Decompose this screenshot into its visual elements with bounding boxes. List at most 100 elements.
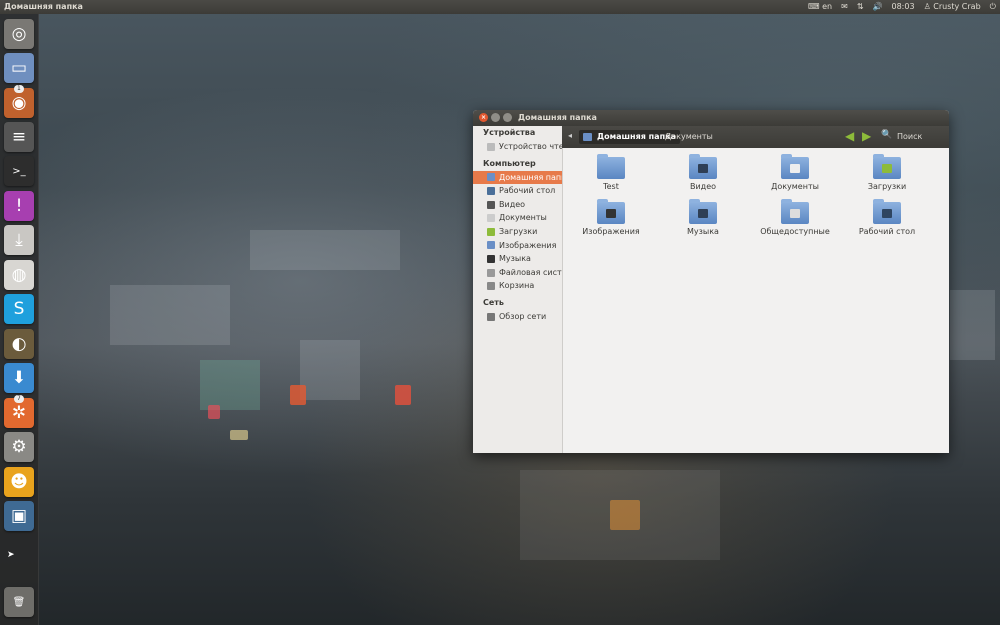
search-icon[interactable]: 🔍 bbox=[881, 130, 892, 140]
file-item[interactable]: Test bbox=[566, 154, 656, 191]
gimp-icon[interactable]: ◐ bbox=[4, 329, 34, 359]
sidebar-heading: Устройства bbox=[483, 128, 536, 137]
pictures-folder-icon bbox=[597, 199, 625, 224]
home-icon bbox=[487, 173, 495, 182]
sidebar-item[interactable]: Устройство чте... bbox=[473, 140, 562, 154]
sidebar-item[interactable]: Рабочий стол bbox=[473, 184, 562, 198]
public-folder-icon bbox=[781, 199, 809, 224]
user-icon: ♙ bbox=[923, 2, 931, 11]
downloads-folder-icon bbox=[873, 154, 901, 179]
network-icon bbox=[487, 312, 495, 321]
folder-icon bbox=[597, 154, 625, 179]
clock[interactable]: 08:03 bbox=[892, 0, 915, 14]
sidebar-item-label: Рабочий стол bbox=[499, 186, 556, 196]
mouse-cursor: ➤ bbox=[7, 550, 15, 560]
file-label: Видео bbox=[689, 182, 717, 191]
file-item[interactable]: Документы bbox=[750, 154, 840, 191]
file-manager-window: × Домашняя папка Устройства Устройство чт… bbox=[473, 110, 949, 453]
notifications-icon[interactable]: ! bbox=[4, 191, 34, 221]
video-folder-icon bbox=[689, 154, 717, 179]
download-icon[interactable]: ⬇ bbox=[4, 363, 34, 393]
file-item[interactable]: Рабочий стол bbox=[842, 199, 932, 236]
files-icon[interactable]: ▭ bbox=[4, 53, 34, 83]
sidebar-item[interactable]: Обзор сети bbox=[473, 310, 562, 324]
downloads-icon bbox=[487, 227, 495, 236]
sidebar-heading: Сеть bbox=[483, 297, 504, 307]
update-manager-icon[interactable]: ✲ 7 bbox=[4, 395, 34, 428]
sidebar-item[interactable]: Видео bbox=[473, 198, 562, 212]
close-button[interactable]: × bbox=[479, 113, 488, 122]
video-icon bbox=[487, 200, 495, 209]
file-item[interactable]: Общедоступные bbox=[750, 199, 840, 236]
home-icon bbox=[583, 133, 592, 141]
file-item[interactable]: Видео bbox=[658, 154, 748, 191]
sidebar-item[interactable]: Изображения bbox=[473, 239, 562, 253]
pictures-icon bbox=[487, 241, 495, 250]
maximize-button[interactable] bbox=[503, 113, 512, 122]
sidebar-item-label: Загрузки bbox=[499, 226, 538, 236]
power-icon[interactable]: ⏻ bbox=[990, 0, 996, 14]
top-panel: Домашняя папка ⌨ en ✉ ⇅ 🔊 08:03 ♙ Crusty… bbox=[0, 0, 1000, 14]
volume-icon[interactable]: 🔊 bbox=[873, 0, 883, 14]
file-item[interactable]: Музыка bbox=[658, 199, 748, 236]
file-label: Рабочий стол bbox=[858, 227, 916, 236]
file-view: Test Видео Документы Загрузки Изображения Муз… bbox=[563, 148, 949, 453]
sidebar-heading: Компьютер bbox=[483, 158, 536, 168]
sidebar-item-label: Домашняя папка bbox=[499, 172, 562, 182]
sidebar-item-label: Видео bbox=[499, 199, 526, 209]
window-titlebar[interactable]: × Домашняя папка bbox=[473, 110, 949, 126]
mail-icon[interactable]: ✉ bbox=[841, 0, 848, 14]
sidebar-item-label: Файловая сист... bbox=[499, 267, 562, 277]
text-editor-icon[interactable]: ≡ bbox=[4, 122, 34, 152]
location-toolbar: ◂ Домашняя папка Документы ◀ ▶ 🔍 Поиск bbox=[562, 126, 949, 148]
sidebar-item[interactable]: Файловая сист... bbox=[473, 266, 562, 280]
forward-arrow-icon[interactable]: ▶ bbox=[862, 129, 871, 143]
file-label: Test bbox=[603, 182, 619, 191]
launcher-badge: 1 bbox=[14, 85, 24, 93]
file-item[interactable]: Изображения bbox=[566, 199, 656, 236]
network-icon[interactable]: ⇅ bbox=[857, 0, 864, 14]
settings-icon[interactable]: ⚙ bbox=[4, 432, 34, 462]
filesystem-icon bbox=[487, 268, 495, 277]
file-label: Загрузки bbox=[867, 182, 907, 191]
search-button[interactable]: Поиск bbox=[897, 130, 922, 144]
sidebar-item[interactable]: Домашняя папка bbox=[473, 170, 562, 185]
breadcrumb-left-arrow-icon[interactable]: ◂ bbox=[568, 131, 572, 140]
music-icon bbox=[487, 254, 495, 263]
desktop-icon bbox=[487, 186, 495, 195]
sidebar-item[interactable]: Музыка bbox=[473, 252, 562, 266]
sidebar-item-label: Корзина bbox=[499, 281, 535, 291]
launcher: ◎ ▭ ◉ 1 ≡ >_! ⤓ ◍ S ◐ ⬇ ✲ 7 ⚙ ☻ ▣ 🗑 bbox=[0, 14, 39, 625]
minimize-button[interactable] bbox=[491, 113, 500, 122]
sidebar-item[interactable]: Корзина bbox=[473, 279, 562, 293]
desktop-folder-icon bbox=[873, 199, 901, 224]
user-menu[interactable]: ♙ Crusty Crab bbox=[924, 0, 981, 14]
sidebar-item-label: Устройство чте... bbox=[499, 142, 562, 151]
pidgin-icon[interactable]: ☻ bbox=[4, 467, 34, 497]
keyboard-icon[interactable]: ⌨ en bbox=[808, 0, 832, 14]
trash-icon[interactable]: 🗑 bbox=[4, 587, 34, 617]
trash-icon bbox=[487, 282, 495, 291]
file-label: Изображения bbox=[582, 227, 640, 236]
skype-icon[interactable]: S bbox=[4, 294, 34, 324]
file-item[interactable]: Загрузки bbox=[842, 154, 932, 191]
file-label: Общедоступные bbox=[760, 227, 830, 236]
documents-icon bbox=[487, 214, 495, 223]
terminal-icon[interactable]: >_ bbox=[4, 156, 34, 186]
dash-icon[interactable]: ◎ bbox=[4, 19, 34, 49]
speaker-icon[interactable]: ◍ bbox=[4, 260, 34, 290]
sidebar-item[interactable]: Документы bbox=[473, 211, 562, 225]
workspace-switcher-icon[interactable]: ▣ bbox=[4, 501, 34, 531]
music-folder-icon bbox=[689, 199, 717, 224]
sidebar-item[interactable]: Загрузки bbox=[473, 225, 562, 239]
sidebar-item-label: Музыка bbox=[499, 254, 531, 264]
sidebar-item-label: Обзор сети bbox=[499, 311, 547, 321]
system-tray: ⌨ en ✉ ⇅ 🔊 08:03 ♙ Crusty Crab ⏻ bbox=[808, 0, 996, 14]
breadcrumb-documents[interactable]: Документы bbox=[665, 130, 713, 144]
active-window-title: Домашняя папка bbox=[4, 2, 83, 11]
keyboard-layout[interactable]: en bbox=[822, 2, 832, 11]
back-arrow-icon[interactable]: ◀ bbox=[845, 129, 854, 143]
firefox-icon[interactable]: ◉ 1 bbox=[4, 85, 34, 118]
install-icon[interactable]: ⤓ bbox=[4, 225, 34, 255]
launcher-badge: 7 bbox=[14, 395, 24, 403]
